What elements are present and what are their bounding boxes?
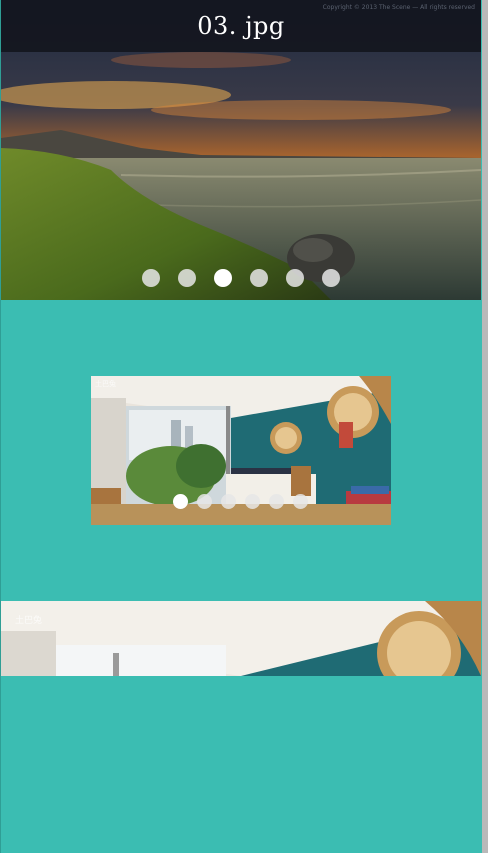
- third-slider[interactable]: 土巴兔: [1, 601, 481, 676]
- slide-dot-4[interactable]: [245, 494, 260, 509]
- slide-dot-3[interactable]: [214, 269, 232, 287]
- secondary-slider[interactable]: 土巴兔: [91, 376, 391, 525]
- watermark-text: 土巴兔: [95, 380, 116, 388]
- secondary-slider-dots: [173, 494, 308, 509]
- window-scrollbar[interactable]: [482, 0, 488, 853]
- slide-dot-5[interactable]: [269, 494, 284, 509]
- main-slider-dots: [142, 269, 340, 287]
- main-slider[interactable]: 03. jpg Copyright © 2013 The Scene — All…: [1, 0, 481, 300]
- slide-dot-5[interactable]: [286, 269, 304, 287]
- slide-dot-3[interactable]: [221, 494, 236, 509]
- slide-dot-6[interactable]: [322, 269, 340, 287]
- bedroom-photo-cropped: [1, 601, 481, 676]
- slide-dot-2[interactable]: [197, 494, 212, 509]
- slide-dot-1[interactable]: [173, 494, 188, 509]
- photo-credit: Copyright © 2013 The Scene — All rights …: [322, 4, 475, 11]
- image-caption: 03. jpg: [197, 12, 285, 40]
- slide-dot-2[interactable]: [178, 269, 196, 287]
- slide-dot-6[interactable]: [293, 494, 308, 509]
- watermark-text: 土巴兔: [15, 616, 43, 626]
- slide-dot-1[interactable]: [142, 269, 160, 287]
- slide-dot-4[interactable]: [250, 269, 268, 287]
